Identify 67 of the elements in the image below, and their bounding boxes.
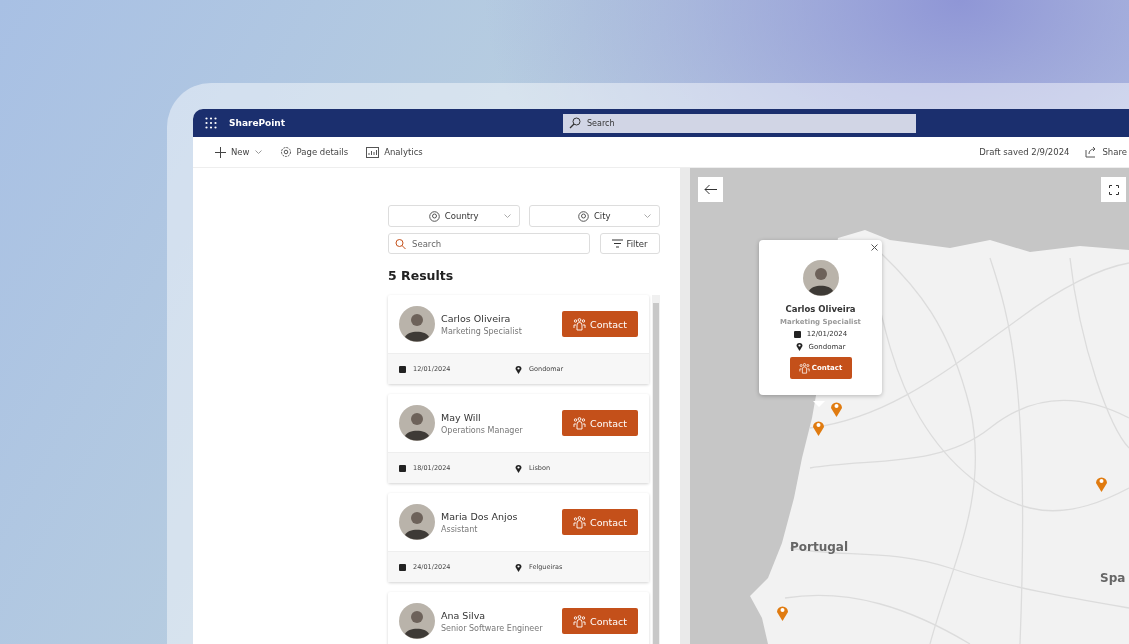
filter-button[interactable]: Filter [600,233,660,254]
job-title: Assistant [441,524,479,534]
chevron-down-icon [503,213,511,219]
job-title: Operations Manager [441,425,524,435]
calendar-icon [399,365,406,373]
contact-button[interactable]: Contact [562,608,638,634]
map-pin-icon[interactable] [812,419,825,436]
person-name: Carlos Oliveira [441,312,512,324]
plus-icon [215,146,226,158]
close-icon[interactable] [871,244,878,251]
job-title: Marketing Specialist [441,326,523,336]
calendar-icon [399,464,406,472]
person-name: Maria Dos Anjos [441,510,519,522]
person-name: Carlos Oliveira [785,304,856,314]
location-pin-icon [515,562,522,572]
chart-icon [366,146,380,158]
avatar-icon [399,306,435,342]
scrollbar[interactable] [652,295,660,644]
avatar-icon [802,260,839,296]
avatar-icon [399,504,435,540]
people-icon [573,614,586,628]
fullscreen-button[interactable] [1101,177,1126,202]
search-field[interactable]: Search [563,113,916,133]
back-button[interactable] [698,177,723,202]
location-pin-icon [515,463,522,473]
search-field[interactable]: Search [388,233,590,254]
share-button[interactable]: Share [1083,144,1129,160]
dropdown[interactable]: City [528,205,660,227]
people-icon [573,515,586,529]
location-pin-icon [515,364,522,374]
command-button[interactable]: New [213,144,264,160]
command-button[interactable]: Page details [277,144,351,160]
command-button[interactable]: Analytics [364,144,425,160]
contact-button[interactable]: Contact [562,410,638,436]
people-icon [573,416,586,430]
contact-button[interactable]: Contact [562,311,638,337]
contact-button[interactable]: Contact [562,509,638,535]
app-name[interactable]: SharePoint [229,118,563,128]
people-icon [798,362,810,374]
arrow-left-icon [704,184,717,195]
chevron-down-icon [254,149,262,155]
calendar-icon [793,330,801,338]
map-pin-icon[interactable] [830,400,843,417]
location-icon [428,210,440,222]
avatar-icon [399,603,435,639]
person-name: Ana Silva [441,609,487,621]
map-pin-icon[interactable] [1095,475,1108,492]
job-title: Senior Software Engineer [441,623,544,633]
location-pin-icon [795,342,803,351]
dropdown[interactable]: Country [388,205,520,227]
filter-icon [612,239,624,248]
share-icon [1085,146,1098,158]
chevron-down-icon [644,213,651,219]
location-icon [577,210,589,222]
app-launcher-icon[interactable] [205,117,217,129]
calendar-icon [399,563,406,571]
person-name: May Will [441,411,482,423]
popup-pointer [813,401,825,407]
results-count: 5 Results [388,268,455,283]
map-pin-icon[interactable] [776,604,789,621]
gear-icon [279,146,292,158]
people-icon [573,317,586,331]
draft-status: Draft saved 2/9/2024 [979,147,1070,157]
fullscreen-icon [1108,184,1119,195]
avatar-icon [399,405,435,441]
map-label: Spa [1100,571,1126,585]
map-label: Portugal [790,540,849,554]
